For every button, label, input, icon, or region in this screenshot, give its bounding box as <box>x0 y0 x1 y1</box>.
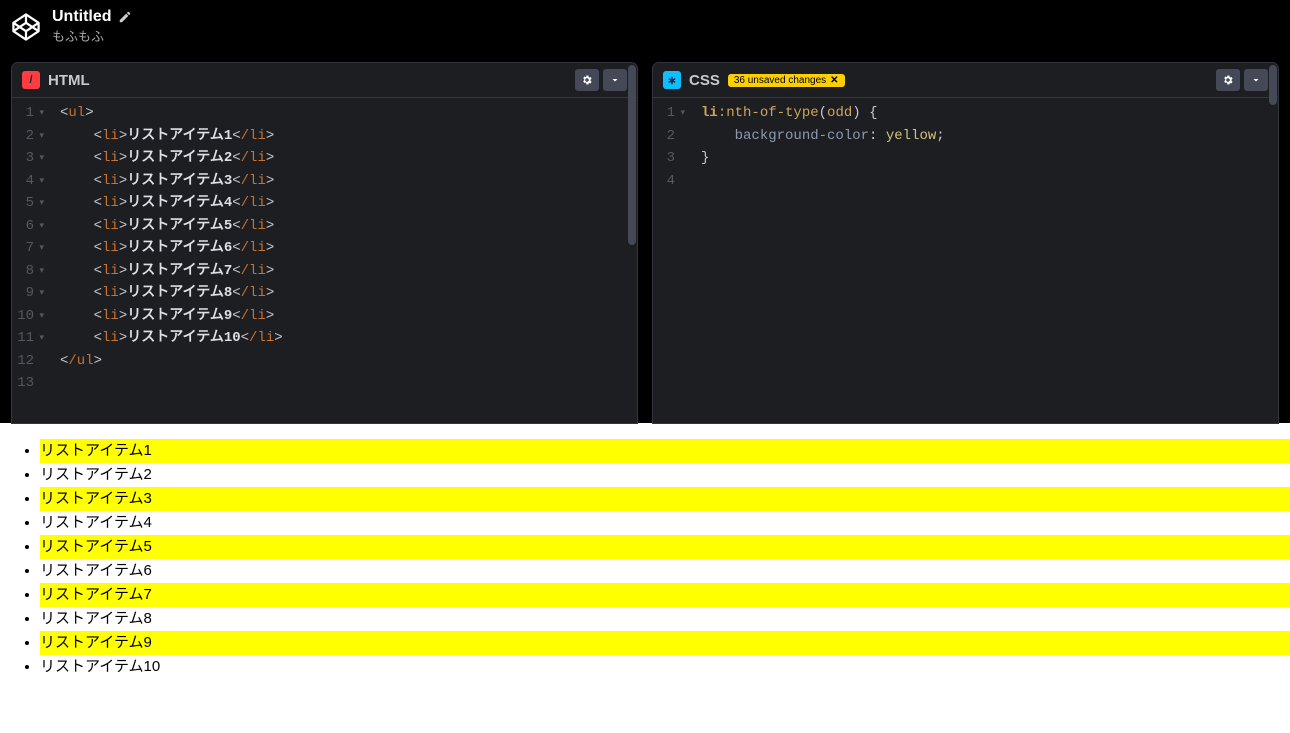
close-icon[interactable]: ✕ <box>830 75 838 86</box>
output-pane[interactable]: リストアイテム1リストアイテム2リストアイテム3リストアイテム4リストアイテム5… <box>0 423 1290 733</box>
list-item: リストアイテム1 <box>40 439 1290 463</box>
list-item: リストアイテム2 <box>40 463 1290 487</box>
app-header: Untitled もふもふ <box>0 0 1290 53</box>
html-gutter: 1▾2▾3▾4▾5▾6▾7▾8▾9▾10▾11▾1213 <box>12 98 52 423</box>
css-panel-title: CSS <box>689 72 720 89</box>
css-code-area[interactable]: 1▾234 li:nth-of-type(odd) { background-c… <box>653 98 1278 423</box>
html-code-area[interactable]: 1▾2▾3▾4▾5▾6▾7▾8▾9▾10▾11▾1213 <ul> <li>リス… <box>12 98 637 423</box>
list-item: リストアイテム7 <box>40 583 1290 607</box>
unsaved-badge[interactable]: 36 unsaved changes ✕ <box>728 74 845 87</box>
list-item: リストアイテム5 <box>40 535 1290 559</box>
chevron-down-button[interactable] <box>603 69 627 91</box>
html-panel: / HTML 1▾2▾3▾4▾5▾6▾7▾8▾9▾10▾11▾1213 <ul>… <box>12 63 637 423</box>
css-panel-head: ∗ CSS 36 unsaved changes ✕ <box>653 63 1278 98</box>
html-panel-title: HTML <box>48 72 90 89</box>
settings-button[interactable] <box>1216 69 1240 91</box>
css-badge-icon: ∗ <box>663 71 681 89</box>
list-item: リストアイテム9 <box>40 631 1290 655</box>
pencil-icon[interactable] <box>118 10 132 24</box>
scrollbar[interactable] <box>627 98 637 423</box>
pen-author[interactable]: もふもふ <box>52 26 132 45</box>
title-block: Untitled もふもふ <box>52 8 132 45</box>
unsaved-text: 36 unsaved changes <box>734 75 826 86</box>
editors-row: / HTML 1▾2▾3▾4▾5▾6▾7▾8▾9▾10▾11▾1213 <ul>… <box>0 53 1290 423</box>
settings-button[interactable] <box>575 69 599 91</box>
css-panel: ∗ CSS 36 unsaved changes ✕ 1▾234 li:nth-… <box>653 63 1278 423</box>
pen-title[interactable]: Untitled <box>52 8 112 26</box>
list-item: リストアイテム10 <box>40 655 1290 679</box>
output-list: リストアイテム1リストアイテム2リストアイテム3リストアイテム4リストアイテム5… <box>0 439 1290 679</box>
list-item: リストアイテム3 <box>40 487 1290 511</box>
css-code[interactable]: li:nth-of-type(odd) { background-color: … <box>693 98 1278 423</box>
list-item: リストアイテム4 <box>40 511 1290 535</box>
css-gutter: 1▾234 <box>653 98 693 423</box>
list-item: リストアイテム8 <box>40 607 1290 631</box>
html-panel-head: / HTML <box>12 63 637 98</box>
html-badge-icon: / <box>22 71 40 89</box>
codepen-logo[interactable] <box>12 13 40 41</box>
html-code[interactable]: <ul> <li>リストアイテム1</li> <li>リストアイテム2</li>… <box>52 98 637 423</box>
list-item: リストアイテム6 <box>40 559 1290 583</box>
scrollbar[interactable] <box>1268 98 1278 423</box>
chevron-down-button[interactable] <box>1244 69 1268 91</box>
